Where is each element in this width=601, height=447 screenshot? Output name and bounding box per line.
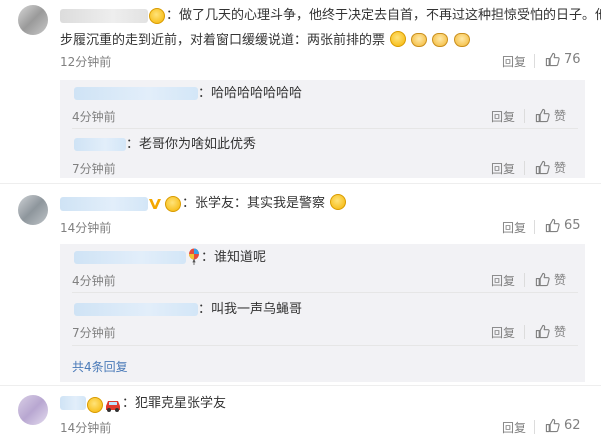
reply-button[interactable]: 回复 xyxy=(491,324,515,341)
reply-text: ：叫我一声乌蝇哥 xyxy=(198,302,303,317)
reply-label: 回复 xyxy=(491,162,516,176)
emoji-icon xyxy=(87,397,103,413)
doge-emoji-icon xyxy=(432,33,449,47)
reply-label: 回复 xyxy=(502,221,527,235)
separator xyxy=(534,220,535,234)
like-label: 赞 xyxy=(554,273,567,287)
like-button[interactable]: 赞 xyxy=(535,107,566,124)
comment-text-content: ：张学友：其实我是警察 xyxy=(182,196,326,211)
reply-time: 4分钟前 xyxy=(72,110,116,124)
like-label: 赞 xyxy=(554,325,567,339)
reply-label: 回复 xyxy=(491,110,516,124)
reply-button[interactable]: 回复 xyxy=(491,108,515,125)
thumb-up-icon xyxy=(535,324,550,339)
doge-emoji-icon xyxy=(453,33,470,47)
comment-text-line2: 步履沉重的走到近前，对着窗口缓缓说道：两张前排的票 xyxy=(60,31,470,50)
reply-time: 7分钟前 xyxy=(72,326,116,340)
reply-username-redacted[interactable] xyxy=(74,87,198,100)
thumb-up-icon xyxy=(545,218,560,233)
comment-time: 14分钟前 xyxy=(60,421,112,435)
like-button[interactable]: 62 xyxy=(545,418,581,433)
emoji-icon xyxy=(149,8,165,24)
like-label: 赞 xyxy=(554,161,567,175)
thumb-up-icon xyxy=(545,52,560,67)
separator xyxy=(524,325,525,339)
reply-button[interactable]: 回复 xyxy=(502,419,526,436)
thumb-up-icon xyxy=(535,160,550,175)
reply-divider xyxy=(72,292,578,293)
username-redacted[interactable] xyxy=(60,9,148,23)
verified-v-icon xyxy=(149,199,161,209)
like-button[interactable]: 赞 xyxy=(535,271,566,288)
reply-divider xyxy=(72,345,578,346)
reply-button[interactable]: 回复 xyxy=(502,219,526,236)
comment-text-line2-content: 步履沉重的走到近前，对着窗口缓缓说道：两张前排的票 xyxy=(60,33,386,48)
username-redacted[interactable] xyxy=(60,396,86,410)
thumb-up-icon xyxy=(535,272,550,287)
like-label: 赞 xyxy=(554,109,567,123)
separator xyxy=(524,161,525,175)
comment-time: 14分钟前 xyxy=(60,221,112,235)
reply-label: 回复 xyxy=(502,421,527,435)
reply-divider xyxy=(72,128,578,129)
avatar[interactable] xyxy=(18,5,48,35)
reply-time: 7分钟前 xyxy=(72,162,116,176)
reply-text: ：哈哈哈哈哈哈哈 xyxy=(198,86,303,101)
like-button[interactable]: 赞 xyxy=(535,323,566,340)
like-count: 76 xyxy=(564,52,581,67)
car-icon xyxy=(106,401,120,412)
avatar[interactable] xyxy=(18,395,48,425)
comment-text: ：犯罪克星张学友 xyxy=(122,396,227,411)
emoji-icon xyxy=(390,31,407,47)
thumb-up-icon xyxy=(535,108,550,123)
separator xyxy=(524,109,525,123)
emoji-icon xyxy=(330,194,347,210)
comment-divider xyxy=(0,385,601,386)
reply-text: ：老哥你为啥如此优秀 xyxy=(126,137,257,152)
separator xyxy=(534,420,535,434)
like-button[interactable]: 65 xyxy=(545,218,581,233)
reply-time: 4分钟前 xyxy=(72,274,116,288)
doge-emoji-icon xyxy=(411,33,428,47)
reply-username-redacted[interactable] xyxy=(74,303,198,316)
like-button[interactable]: 赞 xyxy=(535,159,566,176)
reply-label: 回复 xyxy=(502,55,527,69)
comment-text-line1: ：做了几天的心理斗争，他终于决定去自首，不再过这种担惊受怕的日子。他 xyxy=(166,8,601,23)
reply-button[interactable]: 回复 xyxy=(502,53,526,70)
reply-username-redacted[interactable] xyxy=(74,138,126,151)
comment-divider xyxy=(0,183,601,184)
thumb-up-icon xyxy=(545,418,560,433)
like-count: 65 xyxy=(564,218,581,233)
comment-time: 12分钟前 xyxy=(60,55,112,69)
separator xyxy=(534,54,535,68)
reply-button[interactable]: 回复 xyxy=(491,160,515,177)
emoji-icon xyxy=(165,196,181,212)
comment-text: ：张学友：其实我是警察 xyxy=(182,194,347,213)
separator xyxy=(524,273,525,287)
username-redacted[interactable] xyxy=(60,197,148,211)
reply-text: ：谁知道呢 xyxy=(201,250,267,265)
reply-label: 回复 xyxy=(491,274,516,288)
reply-username-redacted[interactable] xyxy=(74,251,186,264)
view-more-replies-link[interactable]: 共4条回复 xyxy=(72,358,128,375)
like-button[interactable]: 76 xyxy=(545,52,581,67)
avatar[interactable] xyxy=(18,195,48,225)
balloon-icon xyxy=(189,248,199,265)
like-count: 62 xyxy=(564,418,581,433)
reply-button[interactable]: 回复 xyxy=(491,272,515,289)
reply-label: 回复 xyxy=(491,326,516,340)
